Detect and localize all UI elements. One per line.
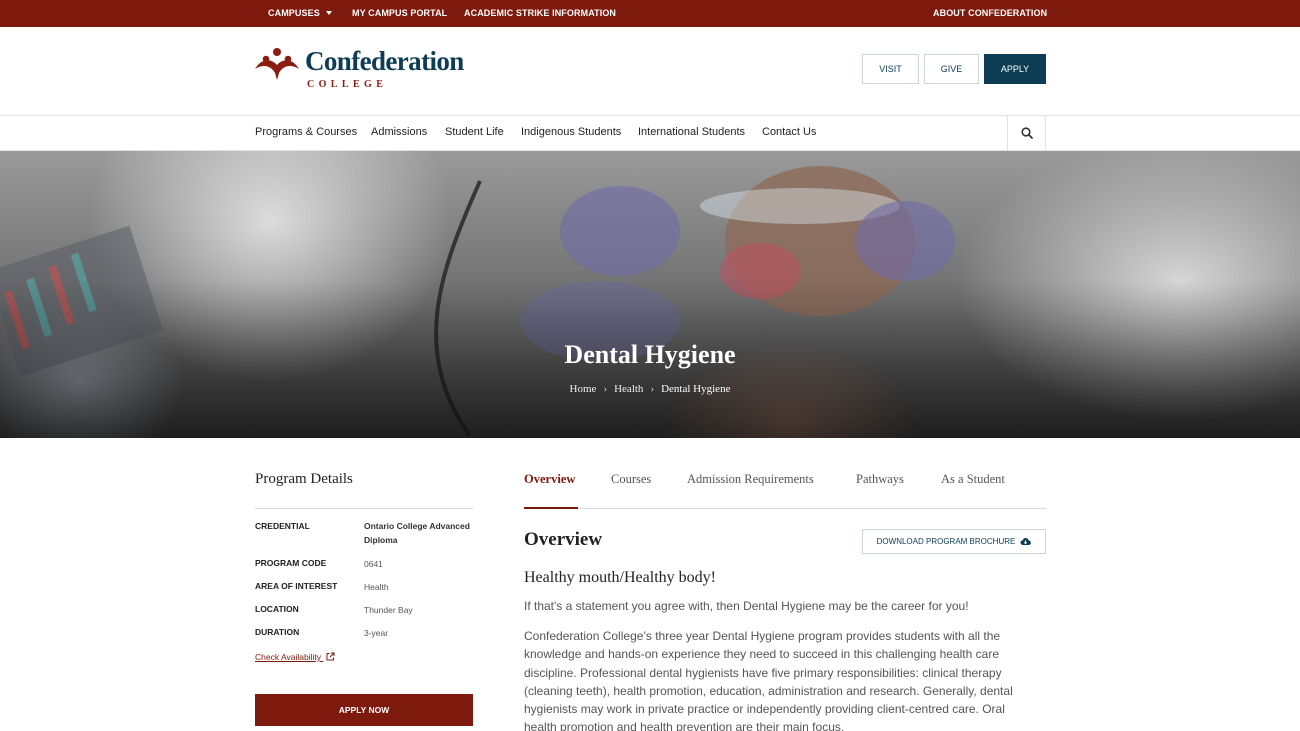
location-label: LOCATION [255, 604, 299, 614]
tab-overview[interactable]: Overview [524, 472, 575, 487]
apply-button[interactable]: APPLY [984, 54, 1046, 84]
nav-admissions[interactable]: Admissions [371, 126, 427, 138]
tab-admission-requirements[interactable]: Admission Requirements [687, 472, 814, 487]
active-tab-indicator [524, 507, 578, 509]
nav-contact-us[interactable]: Contact Us [762, 126, 816, 138]
tab-pathways[interactable]: Pathways [856, 472, 904, 487]
give-button[interactable]: GIVE [924, 54, 979, 84]
search-button[interactable] [1007, 116, 1046, 150]
credential-label: CREDENTIAL [255, 521, 310, 531]
college-logo[interactable]: Confederation COLLEGE [254, 46, 464, 94]
duration-value: 3-year [364, 628, 389, 638]
my-campus-portal-link[interactable]: MY CAMPUS PORTAL [352, 8, 447, 18]
body-paragraph: Confederation College’s three year Denta… [524, 629, 1013, 731]
strike-info-link[interactable]: ACADEMIC STRIKE INFORMATION [464, 8, 616, 18]
credential-value: Ontario College Advanced Diploma [364, 521, 470, 545]
nav-international-students[interactable]: International Students [638, 126, 745, 138]
divider [255, 508, 473, 509]
about-link[interactable]: ABOUT CONFEDERATION [933, 8, 1047, 18]
download-brochure-button[interactable]: DOWNLOAD PROGRAM BROCHURE [862, 529, 1046, 554]
download-brochure-label: DOWNLOAD PROGRAM BROCHURE [876, 537, 1016, 546]
nav-indigenous-students[interactable]: Indigenous Students [521, 126, 621, 138]
area-of-interest-label: AREA OF INTEREST [255, 581, 338, 591]
visit-button[interactable]: VISIT [862, 54, 919, 84]
nav-student-life[interactable]: Student Life [445, 126, 504, 138]
location-value: Thunder Bay [364, 605, 413, 615]
main-nav: Programs & Courses Admissions Student Li… [0, 116, 1300, 151]
area-of-interest-value: Health [364, 582, 389, 592]
campuses-menu[interactable]: CAMPUSES [268, 8, 332, 18]
intro-paragraph: If that's a statement you agree with, th… [524, 599, 969, 613]
logo-wordmark: Confederation [305, 46, 464, 76]
program-code-value: 0641 [364, 559, 383, 569]
search-icon [1020, 127, 1033, 139]
chevron-right-icon: › [650, 383, 655, 395]
apply-now-button[interactable]: APPLY NOW [255, 694, 473, 726]
chevron-right-icon: › [603, 383, 608, 395]
logo-emblem-icon [255, 48, 299, 80]
external-link-icon [326, 652, 335, 661]
logo-subtitle: COLLEGE [307, 79, 388, 90]
content-subheading: Healthy mouth/Healthy body! [524, 569, 716, 586]
hero-banner: Dental Hygiene Home › Health › Dental Hygien… [0, 151, 1300, 438]
caret-down-icon [325, 11, 332, 15]
tab-as-a-student[interactable]: As a Student [941, 472, 1005, 487]
top-utility-bar: CAMPUSES MY CAMPUS PORTAL ACADEMIC STRIK… [0, 0, 1300, 27]
duration-label: DURATION [255, 627, 300, 637]
tabs-divider [524, 508, 1046, 509]
check-availability-link[interactable]: Check Availability [255, 652, 335, 662]
campuses-label: CAMPUSES [268, 8, 320, 18]
breadcrumb-health[interactable]: Health [614, 383, 643, 395]
check-availability-label: Check Availability [255, 652, 321, 662]
breadcrumb-home[interactable]: Home [570, 383, 597, 395]
page-title: Dental Hygiene [564, 340, 736, 369]
program-code-label: PROGRAM CODE [255, 558, 327, 568]
breadcrumb-current: Dental Hygiene [661, 383, 731, 395]
nav-programs-courses[interactable]: Programs & Courses [255, 126, 357, 138]
breadcrumb: Home › Health › Dental Hygiene [0, 383, 1300, 395]
cloud-download-icon [1020, 538, 1032, 546]
program-details-title: Program Details [255, 471, 353, 487]
section-heading: Overview [524, 529, 603, 550]
site-header: Confederation COLLEGE VISIT GIVE APPLY [0, 27, 1300, 116]
tab-courses[interactable]: Courses [611, 472, 651, 487]
